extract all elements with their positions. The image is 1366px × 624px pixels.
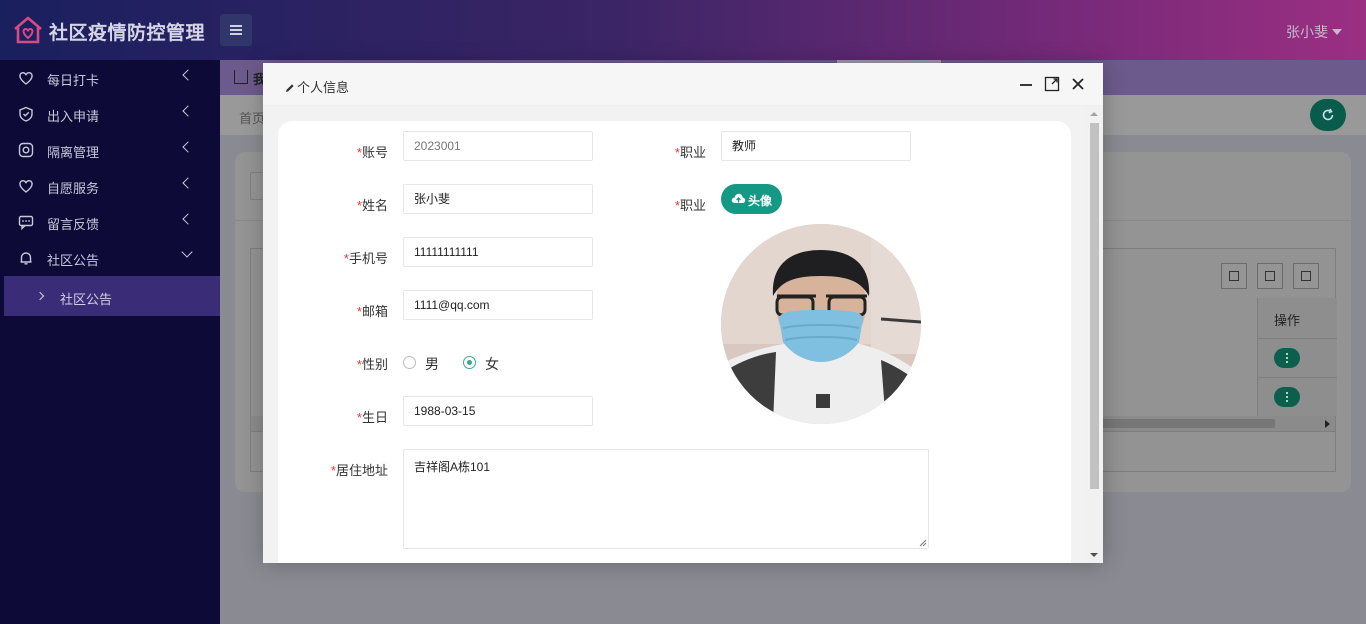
export-button[interactable] (1257, 263, 1283, 289)
gender-female-label[interactable]: 女 (485, 354, 499, 374)
sidebar-item-label: 隔离管理 (47, 145, 100, 160)
address-textarea[interactable]: 吉祥阁A栋101 (403, 449, 929, 549)
phone-field[interactable]: 11111111111 (403, 237, 593, 267)
chevron-left-icon (182, 213, 194, 225)
chevron-down-icon (181, 246, 193, 258)
dialog-header: 个人信息 (263, 63, 1103, 106)
name-label: *姓名 (356, 198, 388, 213)
scrollbar-thumb[interactable] (1090, 123, 1099, 489)
chevron-left-icon (182, 141, 194, 153)
row-actions-button[interactable] (1274, 387, 1300, 407)
gender-label: *性别 (356, 357, 388, 372)
email-field[interactable]: 1111@qq.com (403, 290, 593, 320)
avatar-label: *职业 (674, 198, 706, 213)
table-row (1257, 338, 1337, 377)
sidebar-item-label: 出入申请 (47, 109, 100, 124)
scroll-up-arrow-icon[interactable] (1090, 112, 1098, 116)
sidebar-subitem-announcement[interactable]: 社区公告 (4, 276, 220, 316)
chevron-left-icon (182, 177, 194, 189)
columns-button[interactable] (1221, 263, 1247, 289)
app-title: 社区疫情防控管理 (49, 23, 206, 44)
sidebar-item-access-request[interactable]: 出入申请 (0, 96, 220, 132)
sidebar-item-announcement[interactable]: 社区公告 (0, 240, 220, 276)
name-field[interactable]: 张小斐 (403, 184, 593, 214)
avatar-image (721, 224, 921, 424)
scroll-right-arrow-icon[interactable] (1325, 420, 1330, 428)
resize-handle-icon[interactable] (919, 539, 927, 547)
job-label: *职业 (674, 145, 706, 160)
table-row (1257, 377, 1337, 416)
address-text: 吉祥阁A栋101 (414, 460, 491, 474)
column-header-label: 操作 (1274, 313, 1301, 328)
profile-dialog: 个人信息 *账号 2023001 *姓名 张小斐 *手机号 1111111111… (263, 63, 1103, 563)
caret-down-icon (1332, 29, 1342, 35)
email-label: *邮箱 (356, 304, 388, 319)
upload-label: 头像 (748, 194, 773, 208)
sidebar-subitem-label: 社区公告 (60, 292, 113, 307)
dialog-form: *账号 2023001 *姓名 张小斐 *手机号 11111111111 *邮箱… (278, 121, 1071, 563)
sidebar-item-feedback[interactable]: 留言反馈 (0, 204, 220, 240)
target-icon (18, 142, 34, 158)
address-label: *居住地址 (330, 463, 388, 478)
phone-label: *手机号 (343, 251, 388, 266)
export-icon (1265, 271, 1275, 281)
chevron-right-icon (35, 291, 45, 301)
message-icon (18, 215, 34, 230)
dialog-title-text: 个人信息 (297, 80, 350, 95)
avatar-photo (721, 224, 921, 424)
breadcrumb[interactable]: 首页 (239, 108, 265, 127)
account-label: *账号 (356, 145, 388, 160)
minimize-icon[interactable] (1018, 76, 1034, 92)
print-icon (1301, 271, 1311, 281)
job-field[interactable]: 教师 (721, 131, 911, 161)
heart-icon (19, 71, 33, 85)
chevron-left-icon (182, 105, 194, 117)
dialog-title: 个人信息 (285, 77, 349, 96)
heart-icon (19, 179, 33, 193)
sidebar-item-daily-checkin[interactable]: 每日打卡 (0, 60, 220, 96)
sidebar-item-isolation[interactable]: 隔离管理 (0, 132, 220, 168)
sidebar-item-label: 留言反馈 (47, 217, 100, 232)
row-actions-button[interactable] (1274, 348, 1300, 368)
gender-male-label[interactable]: 男 (425, 354, 439, 374)
close-icon[interactable] (1070, 76, 1086, 92)
birthday-label: *生日 (356, 410, 388, 425)
sidebar-item-label: 自愿服务 (47, 181, 100, 196)
user-name: 张小斐 (1286, 24, 1328, 40)
vertical-scrollbar[interactable] (1086, 106, 1103, 563)
sidebar: 每日打卡 出入申请 隔离管理 自愿服务 留言反馈 社区公告 社区公告 (0, 60, 220, 624)
home-heart-logo-icon (14, 16, 42, 44)
grid-icon (1229, 271, 1239, 281)
maximize-icon[interactable] (1044, 76, 1060, 92)
account-field[interactable]: 2023001 (403, 131, 593, 161)
chevron-left-icon (182, 69, 194, 81)
hamburger-line (230, 33, 242, 35)
sidebar-item-label: 每日打卡 (47, 73, 100, 88)
birthday-field[interactable]: 1988-03-15 (403, 396, 593, 426)
scroll-down-arrow-icon[interactable] (1090, 553, 1098, 557)
table-header-operation: 操作 (1257, 298, 1337, 338)
hamburger-icon (230, 25, 242, 27)
refresh-button[interactable] (1310, 99, 1346, 131)
refresh-icon (1322, 108, 1334, 121)
shield-icon (19, 106, 33, 122)
user-menu[interactable]: 张小斐 (1286, 22, 1342, 42)
sidebar-item-volunteer[interactable]: 自愿服务 (0, 168, 220, 204)
gender-radio-group: 男 女 (403, 356, 523, 372)
upload-avatar-button[interactable]: 头像 (721, 184, 782, 214)
top-header: 社区疫情防控管理 张小斐 (0, 0, 1366, 60)
pencil-icon (286, 84, 294, 92)
home-icon[interactable] (234, 70, 248, 84)
bell-icon (20, 252, 32, 265)
cloud-upload-icon (731, 193, 746, 203)
print-button[interactable] (1293, 263, 1319, 289)
sidebar-item-label: 社区公告 (47, 253, 100, 268)
gender-male-radio[interactable] (403, 356, 416, 369)
hamburger-line (230, 29, 242, 31)
menu-toggle-button[interactable] (220, 14, 252, 46)
gender-female-radio[interactable] (463, 356, 476, 369)
